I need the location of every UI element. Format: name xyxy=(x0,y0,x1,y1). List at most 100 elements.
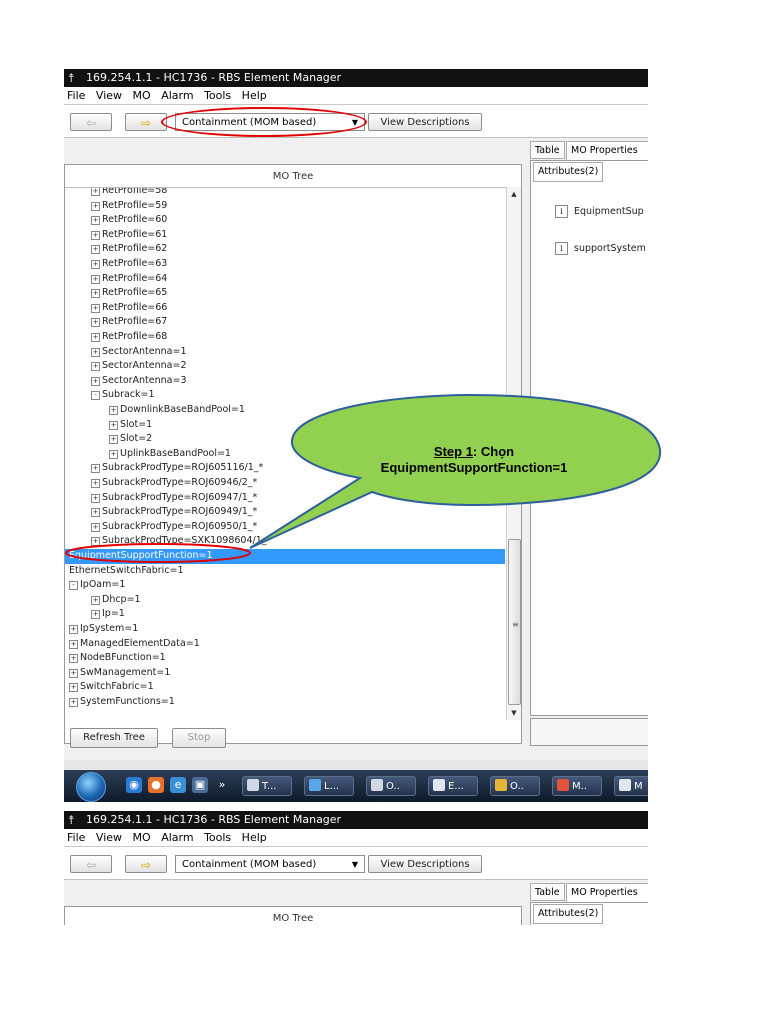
expand-icon[interactable]: + xyxy=(69,698,78,707)
tree-node[interactable]: + RetProfile=58 xyxy=(65,188,505,199)
expand-icon[interactable]: + xyxy=(91,274,100,284)
view-descriptions-button[interactable]: View Descriptions xyxy=(368,855,482,873)
tree-node[interactable]: - Subrack=1 xyxy=(65,388,505,403)
tree-node[interactable]: + RetProfile=60 xyxy=(65,213,505,228)
tree-node[interactable]: + RetProfile=67 xyxy=(65,315,505,330)
expand-icon[interactable]: + xyxy=(91,260,100,269)
taskbar-item[interactable]: O.. xyxy=(366,776,416,796)
quicklaunch-app-icon[interactable]: ◉ xyxy=(126,777,142,793)
tree-node[interactable]: + RetProfile=65 xyxy=(65,286,505,301)
taskbar-item[interactable]: T... xyxy=(242,776,292,796)
menu-view[interactable]: View xyxy=(96,831,122,844)
attribute-row[interactable]: i supportSystem xyxy=(555,242,646,255)
back-button[interactable]: ⇦ xyxy=(70,113,112,131)
tree-node[interactable]: + SectorAntenna=3 xyxy=(65,374,505,389)
taskbar-item[interactable]: O.. xyxy=(490,776,540,796)
tree-node[interactable]: + SectorAntenna=2 xyxy=(65,359,505,374)
menu-help[interactable]: Help xyxy=(242,831,267,844)
collapse-icon[interactable]: - xyxy=(91,391,100,401)
menu-file[interactable]: File xyxy=(67,89,85,102)
expand-icon[interactable]: + xyxy=(109,435,118,445)
tree-node[interactable]: + IpSystem=1 xyxy=(65,622,505,637)
tree-node[interactable]: + SubrackProdType=SXK1098604/1_* xyxy=(65,534,505,549)
expand-icon[interactable]: + xyxy=(91,230,100,240)
expand-icon[interactable]: + xyxy=(91,493,100,503)
tree-node[interactable]: + ManagedElementData=1 xyxy=(65,637,505,652)
tree-node[interactable]: + Slot=1 xyxy=(65,418,505,433)
expand-icon[interactable]: + xyxy=(91,188,100,196)
browser-icon[interactable]: ● xyxy=(148,777,164,793)
expand-icon[interactable]: + xyxy=(109,449,118,459)
tree-node[interactable]: + SectorAntenna=1 xyxy=(65,345,505,360)
expand-icon[interactable]: + xyxy=(91,376,100,386)
menu-file[interactable]: File xyxy=(67,831,85,844)
taskbar-item[interactable]: M.. xyxy=(552,776,602,796)
forward-button[interactable]: ⇨ xyxy=(125,113,167,131)
tree-node[interactable]: + DownlinkBaseBandPool=1 xyxy=(65,403,505,418)
attribute-row[interactable]: i EquipmentSup xyxy=(555,205,644,218)
taskbar-item[interactable]: E... xyxy=(428,776,478,796)
expand-icon[interactable]: + xyxy=(91,595,100,605)
ie-icon[interactable]: e xyxy=(170,777,186,793)
expand-icon[interactable]: + xyxy=(91,508,100,518)
expand-icon[interactable]: + xyxy=(91,362,100,372)
refresh-tree-button[interactable]: Refresh Tree xyxy=(70,728,158,748)
expand-icon[interactable]: + xyxy=(69,668,78,678)
view-descriptions-button[interactable]: View Descriptions xyxy=(368,113,482,131)
tab-mo-properties[interactable]: MO Properties xyxy=(566,883,648,902)
expand-icon[interactable]: + xyxy=(91,464,100,474)
tree-node[interactable]: + RetProfile=61 xyxy=(65,228,505,243)
scrollbar-thumb[interactable]: ≡ xyxy=(508,539,521,705)
tree-node[interactable]: + SwManagement=1 xyxy=(65,666,505,681)
tree-node[interactable]: + SubrackProdType=ROJ60949/1_* xyxy=(65,505,505,520)
menu-view[interactable]: View xyxy=(96,89,122,102)
tree-node[interactable]: EthernetSwitchFabric=1 xyxy=(65,564,505,579)
tree-node[interactable]: + RetProfile=62 xyxy=(65,242,505,257)
tree-node[interactable]: + RetProfile=63 xyxy=(65,257,505,272)
expand-icon[interactable]: + xyxy=(91,333,100,342)
forward-button[interactable]: ⇨ xyxy=(125,855,167,873)
taskbar-item[interactable]: M xyxy=(614,776,648,796)
tree-node[interactable]: + RetProfile=68 xyxy=(65,330,505,345)
taskbar-item[interactable]: L... xyxy=(304,776,354,796)
expand-icon[interactable]: + xyxy=(91,245,100,255)
expand-icon[interactable]: + xyxy=(91,479,100,488)
tree-node[interactable]: + SubrackProdType=ROJ60950/1_* xyxy=(65,520,505,535)
expand-icon[interactable]: + xyxy=(91,216,100,226)
expand-icon[interactable]: + xyxy=(69,654,78,664)
tree-node[interactable]: EquipmentSupportFunction=1 xyxy=(65,549,505,564)
tree-node[interactable]: + Ip=1 xyxy=(65,607,505,622)
menu-mo[interactable]: MO xyxy=(133,831,151,844)
view-mode-select[interactable]: Containment (MOM based) ▼ xyxy=(175,113,365,131)
menu-alarm[interactable]: Alarm xyxy=(161,89,193,102)
tree-node[interactable]: + SwitchFabric=1 xyxy=(65,680,505,695)
tab-mo-properties[interactable]: MO Properties xyxy=(566,141,648,160)
expand-icon[interactable]: + xyxy=(69,683,78,693)
expand-icon[interactable]: + xyxy=(91,347,100,357)
tab-attributes[interactable]: Attributes(2) xyxy=(533,162,604,182)
scroll-up-icon[interactable]: ▲ xyxy=(507,187,521,201)
expand-icon[interactable]: + xyxy=(109,420,118,430)
view-mode-select[interactable]: Containment (MOM based) ▼ xyxy=(175,855,365,873)
expand-icon[interactable]: + xyxy=(91,289,100,299)
tree-node[interactable]: + SystemFunctions=1 xyxy=(65,695,505,708)
tree-node[interactable]: + Dhcp=1 xyxy=(65,593,505,608)
collapse-icon[interactable]: - xyxy=(69,581,78,591)
expand-icon[interactable]: + xyxy=(91,522,100,532)
expand-icon[interactable]: + xyxy=(109,406,118,415)
expand-icon[interactable]: + xyxy=(69,625,78,634)
back-button[interactable]: ⇦ xyxy=(70,855,112,873)
stop-button[interactable]: Stop xyxy=(172,728,226,748)
scroll-down-icon[interactable]: ▼ xyxy=(507,706,521,720)
menu-alarm[interactable]: Alarm xyxy=(161,831,193,844)
desktop-icon[interactable]: ▣ xyxy=(192,777,208,793)
expand-icon[interactable]: + xyxy=(91,610,100,620)
tab-attributes[interactable]: Attributes(2) xyxy=(533,904,604,924)
tab-table[interactable]: Table xyxy=(530,883,565,901)
tree-node[interactable]: + NodeBFunction=1 xyxy=(65,651,505,666)
tab-table[interactable]: Table xyxy=(530,141,565,159)
expand-icon[interactable]: + xyxy=(91,201,100,211)
menu-help[interactable]: Help xyxy=(242,89,267,102)
expand-icon[interactable]: + xyxy=(69,639,78,649)
tree-node[interactable]: - IpOam=1 xyxy=(65,578,505,593)
